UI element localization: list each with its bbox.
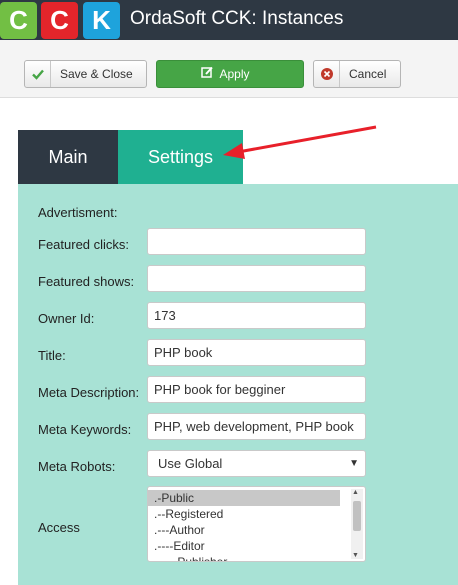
access-label: Access bbox=[38, 520, 80, 535]
meta-keywords-label: Meta Keywords: bbox=[38, 422, 132, 437]
access-option-registered[interactable]: .--Registered bbox=[148, 506, 340, 522]
access-option-publisher[interactable]: .-----Publisher bbox=[148, 554, 340, 561]
scroll-up-icon[interactable]: ▲ bbox=[352, 489, 359, 496]
apply-label: Apply bbox=[219, 67, 250, 81]
cancel-label: Cancel bbox=[349, 67, 387, 81]
check-icon bbox=[25, 61, 51, 87]
meta-robots-label: Meta Robots: bbox=[38, 459, 116, 474]
logo-letter-c: C bbox=[0, 2, 37, 39]
edit-icon bbox=[201, 66, 214, 82]
toolbar: Save & Close Apply Cancel bbox=[0, 40, 458, 98]
access-scrollbar[interactable]: ▲ ▼ bbox=[351, 489, 363, 559]
scroll-down-icon[interactable]: ▼ bbox=[352, 552, 359, 559]
featured-shows-input[interactable] bbox=[147, 265, 366, 292]
featured-clicks-label: Featured clicks: bbox=[38, 237, 130, 252]
access-option-editor[interactable]: .----Editor bbox=[148, 538, 340, 554]
advertisment-section-label: Advertisment: bbox=[38, 205, 118, 220]
access-listbox[interactable]: .-Public .--Registered .---Author .----E… bbox=[147, 486, 366, 562]
cancel-button[interactable]: Cancel bbox=[313, 60, 401, 88]
logo-letter-c-second: C bbox=[41, 2, 78, 39]
save-close-label: Save & Close bbox=[60, 67, 133, 81]
meta-description-label: Meta Description: bbox=[38, 385, 140, 400]
title-label: Title: bbox=[38, 348, 66, 363]
app-header: C C K OrdaSoft CCK: Instances bbox=[0, 0, 458, 40]
meta-description-input[interactable]: PHP book for begginer bbox=[147, 376, 366, 403]
close-icon bbox=[314, 61, 340, 87]
featured-clicks-input[interactable] bbox=[147, 228, 366, 255]
access-option-author[interactable]: .---Author bbox=[148, 522, 340, 538]
title-input[interactable]: PHP book bbox=[147, 339, 366, 366]
meta-keywords-input[interactable]: PHP, web development, PHP book bbox=[147, 413, 366, 440]
owner-id-input[interactable]: 173 bbox=[147, 302, 366, 329]
meta-robots-value: Use Global bbox=[158, 456, 223, 471]
featured-shows-label: Featured shows: bbox=[38, 274, 135, 289]
meta-robots-select[interactable]: Use Global ▼ bbox=[147, 450, 366, 477]
apply-button[interactable]: Apply bbox=[156, 60, 304, 88]
dropdown-arrow-icon: ▼ bbox=[349, 458, 359, 469]
scroll-thumb[interactable] bbox=[353, 501, 361, 531]
save-close-button[interactable]: Save & Close bbox=[24, 60, 147, 88]
owner-id-label: Owner Id: bbox=[38, 311, 95, 326]
annotation-arrow bbox=[223, 125, 377, 159]
logo-letter-k: K bbox=[83, 2, 120, 39]
access-option-public[interactable]: .-Public bbox=[148, 490, 340, 506]
tab-main[interactable]: Main bbox=[18, 130, 118, 184]
page-title: OrdaSoft CCK: Instances bbox=[130, 8, 344, 29]
